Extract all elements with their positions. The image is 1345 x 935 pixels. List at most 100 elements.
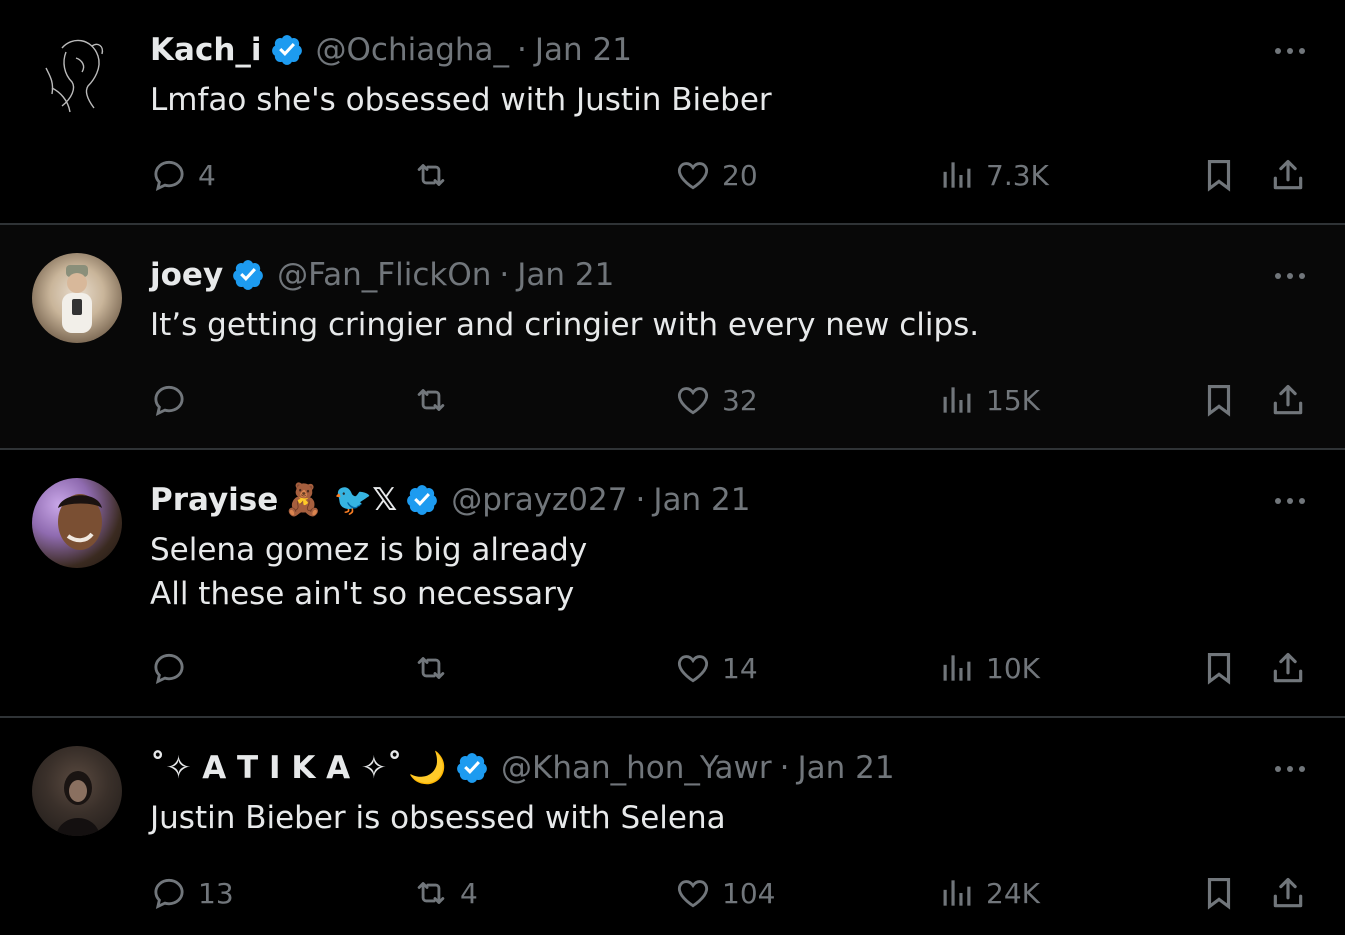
views-button[interactable]: 10K — [938, 648, 1040, 688]
tweet-text: Selena gomez is big already All these ai… — [150, 528, 587, 616]
views-icon — [943, 655, 971, 681]
like-button[interactable]: 20 — [674, 155, 758, 195]
share-icon — [1273, 877, 1303, 908]
share-icon — [1273, 384, 1303, 415]
views-button[interactable]: 7.3K — [938, 155, 1049, 195]
tweet-text-line: It’s getting cringier and cringier with … — [150, 307, 980, 343]
reply-button[interactable]: 13 — [150, 873, 234, 913]
share-icon — [1273, 652, 1303, 683]
verified-badge-icon — [271, 35, 302, 65]
repost-icon — [417, 882, 445, 904]
bookmark-button[interactable] — [1200, 380, 1238, 420]
views-count: 24K — [986, 876, 1040, 910]
repost-icon — [417, 164, 445, 186]
more-icon[interactable] — [1273, 764, 1307, 774]
display-name[interactable]: ˚✧ A T I K A ✧˚ — [150, 748, 402, 788]
reply-count: 4 — [198, 158, 216, 192]
avatar[interactable] — [32, 478, 122, 568]
tweet[interactable]: ˚✧ A T I K A ✧˚ 🌙 @Khan_hon_Yawr · Jan 2… — [0, 718, 1345, 935]
repost-button[interactable] — [412, 648, 460, 688]
display-name[interactable]: joey — [150, 255, 223, 295]
tweet-text-line: Selena gomez is big already — [150, 532, 588, 568]
like-count: 104 — [722, 876, 776, 910]
like-button[interactable]: 14 — [674, 648, 758, 688]
views-count: 7.3K — [986, 158, 1049, 192]
reply-button[interactable] — [150, 648, 198, 688]
repost-button[interactable] — [412, 155, 460, 195]
bookmark-button[interactable] — [1200, 155, 1238, 195]
display-name[interactable]: Prayise — [150, 480, 278, 520]
like-button[interactable]: 104 — [674, 873, 775, 913]
repost-button[interactable]: 4 — [412, 873, 478, 913]
tweet-header: ˚✧ A T I K A ✧˚ 🌙 @Khan_hon_Yawr · Jan 2… — [150, 748, 895, 788]
more-icon[interactable] — [1273, 46, 1307, 56]
reply-icon — [154, 160, 184, 192]
tweet[interactable]: joey @Fan_FlickOn · Jan 21 It’s getting … — [0, 225, 1345, 450]
share-icon — [1273, 159, 1303, 190]
bookmark-button[interactable] — [1200, 873, 1238, 913]
more-icon[interactable] — [1273, 271, 1307, 281]
tweet-text: It’s getting cringier and cringier with … — [150, 303, 979, 347]
bookmark-icon — [1207, 159, 1231, 192]
tweet[interactable]: Prayise 🧸 🐦𝕏 @prayz027 · Jan 21 Selena g… — [0, 450, 1345, 718]
avatar[interactable] — [32, 746, 122, 836]
display-name[interactable]: Kach_i — [150, 30, 262, 70]
repost-icon — [417, 657, 445, 679]
bookmark-icon — [1207, 877, 1231, 910]
tweet[interactable]: Kach_i @Ochiagha_ · Jan 21 Lmfao she's o… — [0, 0, 1345, 225]
verified-badge-icon — [407, 485, 438, 515]
repost-icon — [417, 389, 445, 411]
timestamp[interactable]: Jan 21 — [535, 30, 632, 70]
separator-dot: · — [635, 482, 646, 518]
like-count: 32 — [722, 383, 758, 417]
views-icon — [943, 162, 971, 188]
views-count: 15K — [986, 383, 1040, 417]
timestamp[interactable]: Jan 21 — [517, 255, 614, 295]
repost-count: 4 — [460, 876, 478, 910]
handle[interactable]: @prayz027 — [451, 480, 627, 520]
views-button[interactable]: 15K — [938, 380, 1040, 420]
reply-button[interactable]: 4 — [150, 155, 216, 195]
like-icon — [677, 655, 709, 683]
action-bar: 14 10K — [150, 648, 1309, 688]
avatar[interactable] — [32, 253, 122, 343]
verified-badge-icon — [233, 260, 264, 290]
timestamp[interactable]: Jan 21 — [798, 748, 895, 788]
tweet-text-line: Justin Bieber is obsessed with Selena — [150, 800, 726, 836]
share-button[interactable] — [1269, 380, 1307, 420]
reply-button[interactable] — [150, 380, 198, 420]
views-icon — [943, 880, 971, 906]
tweet-header: Kach_i @Ochiagha_ · Jan 21 — [150, 30, 632, 70]
action-bar: 4 20 7.3K — [150, 155, 1309, 195]
tweet-header: joey @Fan_FlickOn · Jan 21 — [150, 255, 614, 295]
avatar[interactable] — [32, 28, 122, 118]
like-count: 20 — [722, 158, 758, 192]
name-emojis: 🧸 🐦𝕏 — [284, 482, 398, 518]
separator-dot: · — [517, 32, 527, 68]
handle[interactable]: @Ochiagha_ — [316, 30, 510, 70]
tweet-text-line: All these ain't so necessary — [150, 576, 575, 612]
views-count: 10K — [986, 651, 1040, 685]
separator-dot: · — [499, 257, 510, 293]
timestamp[interactable]: Jan 21 — [653, 480, 750, 520]
verified-badge-icon — [457, 753, 487, 783]
reply-icon — [154, 653, 184, 685]
share-button[interactable] — [1269, 873, 1307, 913]
reply-icon — [154, 878, 184, 910]
bookmark-button[interactable] — [1200, 648, 1238, 688]
views-button[interactable]: 24K — [938, 873, 1040, 913]
bookmark-icon — [1207, 384, 1231, 417]
name-emojis: 🌙 — [408, 750, 447, 786]
tweet-text: Lmfao she's obsessed with Justin Bieber — [150, 78, 772, 122]
handle[interactable]: @Fan_FlickOn — [277, 255, 491, 295]
more-icon[interactable] — [1273, 496, 1307, 506]
share-button[interactable] — [1269, 155, 1307, 195]
handle[interactable]: @Khan_hon_Yawr — [501, 748, 772, 788]
like-button[interactable]: 32 — [674, 380, 758, 420]
repost-button[interactable] — [412, 380, 460, 420]
reply-count: 13 — [198, 876, 234, 910]
views-icon — [943, 387, 971, 413]
share-button[interactable] — [1269, 648, 1307, 688]
tweet-text-line: Lmfao she's obsessed with Justin Bieber — [150, 82, 772, 118]
like-icon — [677, 162, 709, 190]
